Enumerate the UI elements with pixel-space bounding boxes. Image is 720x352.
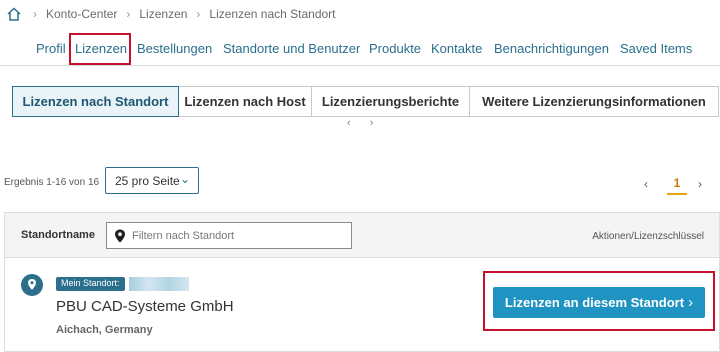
per-page-select[interactable]: 25 pro Seite ⌄: [105, 167, 199, 194]
company-name: PBU CAD-Systeme GmbH: [56, 298, 234, 315]
lizenzen-an-diesem-standort-button[interactable]: Lizenzen an diesem Standort ›: [493, 287, 705, 318]
location-marker-icon: [21, 274, 43, 296]
button-label: Lizenzen an diesem Standort: [504, 295, 685, 310]
tab-scroll-arrows[interactable]: ‹ ›: [347, 117, 381, 129]
prev-page-icon[interactable]: ‹: [644, 177, 648, 191]
highlight-box-lizenzen: [69, 33, 131, 65]
tab-weitere-lizenzierungsinformationen[interactable]: Weitere Lizenzierungsinformationen: [470, 86, 719, 117]
table-header: Standortname Filtern nach Standort Aktio…: [5, 213, 719, 258]
result-count: Ergebnis 1-16 von 16: [4, 177, 100, 188]
nav-profil[interactable]: Profil: [36, 41, 66, 56]
tab-lizenzen-nach-standort[interactable]: Lizenzen nach Standort: [12, 86, 179, 117]
subtab-bar: Lizenzen nach Standort Lizenzen nach Hos…: [12, 86, 719, 117]
tab-lizenzierungsberichte[interactable]: Lizenzierungsberichte: [312, 86, 470, 117]
breadcrumb-lizenzen[interactable]: Lizenzen: [139, 7, 187, 21]
column-aktionen: Aktionen/Lizenzschlüssel: [592, 231, 704, 242]
page-current[interactable]: 1: [667, 176, 687, 195]
location-pin-icon: [115, 229, 125, 243]
nav-bestellungen[interactable]: Bestellungen: [137, 41, 212, 56]
chevron-right-icon: ›: [196, 7, 201, 21]
home-icon[interactable]: [6, 6, 22, 22]
filter-standort-input[interactable]: Filtern nach Standort: [106, 222, 352, 249]
nav-benachrichtigungen[interactable]: Benachrichtigungen: [494, 41, 609, 56]
breadcrumb-konto-center[interactable]: Konto-Center: [46, 7, 117, 21]
next-page-icon[interactable]: ›: [698, 177, 702, 191]
my-site-badge: Mein Standort:: [56, 277, 125, 291]
column-standortname: Standortname: [21, 229, 95, 241]
filter-placeholder: Filtern nach Standort: [132, 229, 235, 242]
nav-saved-items[interactable]: Saved Items: [620, 41, 692, 56]
pagination: ‹ 1 ›: [640, 172, 720, 196]
site-location: Aichach, Germany: [56, 324, 153, 336]
nav-kontakte[interactable]: Kontakte: [431, 41, 482, 56]
chevron-down-icon: ⌄: [179, 172, 190, 186]
chevron-right-icon: ›: [126, 7, 131, 21]
chevron-right-icon: ›: [688, 294, 694, 311]
chevron-right-icon: ›: [33, 7, 37, 21]
breadcrumb: › Konto-Center › Lizenzen › Lizenzen nac…: [6, 6, 336, 22]
breadcrumb-current: Lizenzen nach Standort: [209, 7, 336, 21]
nav-produkte[interactable]: Produkte: [369, 41, 421, 56]
redacted-site-id: [129, 277, 189, 291]
tab-lizenzen-nach-host[interactable]: Lizenzen nach Host: [179, 86, 312, 117]
nav-standorte-und-benutzer[interactable]: Standorte und Benutzer: [223, 41, 360, 56]
per-page-value: 25 pro Seite: [115, 173, 180, 188]
